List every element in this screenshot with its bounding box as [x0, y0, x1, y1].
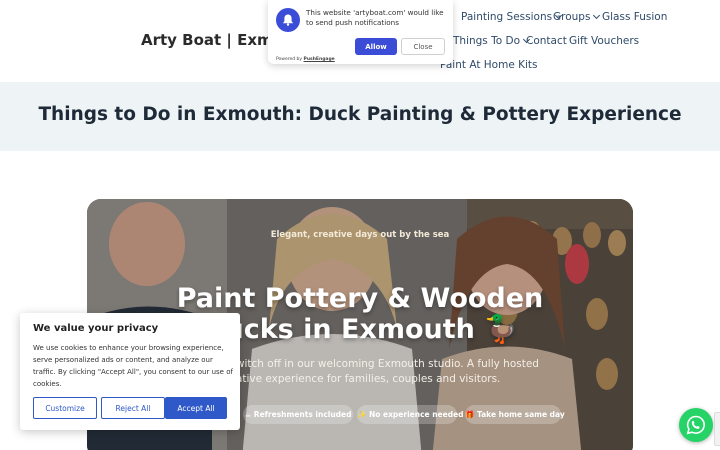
nav-things-to-do[interactable]: Things To Do	[453, 35, 531, 47]
pill-no-experience: ✨ No experience needed	[357, 405, 464, 424]
push-allow-button[interactable]: Allow	[355, 38, 397, 55]
pill-take-home: 🎁 Take home same day	[465, 405, 565, 424]
page: Arty Boat | Exmou Painting Sessions Grou…	[0, 0, 720, 450]
nav-glass-fusion[interactable]: Glass Fusion	[602, 11, 667, 23]
push-powered-by: Powered by PushEngage	[276, 57, 335, 62]
nav-things-to-do-label: Things To Do	[453, 35, 521, 47]
nav-paint-at-home-kits[interactable]: Paint At Home Kits	[440, 59, 538, 71]
whatsapp-icon	[686, 415, 705, 435]
nav-groups[interactable]: Groups	[553, 11, 601, 23]
push-close-button[interactable]: Close	[401, 38, 445, 55]
cookie-title: We value your privacy	[33, 323, 159, 334]
push-message: This website 'artyboat.com' would like t…	[306, 8, 444, 27]
whatsapp-button[interactable]	[679, 408, 713, 442]
pill-refreshments: ☕ Refreshments included	[243, 405, 353, 424]
cookie-consent-panel: We value your privacy We use cookies to …	[20, 313, 240, 430]
nav-contact[interactable]: Contact	[526, 35, 567, 47]
recaptcha-badge	[714, 412, 720, 446]
nav-gift-vouchers[interactable]: Gift Vouchers	[569, 35, 639, 47]
hero-heading-line1: Paint Pottery & Wooden	[176, 283, 544, 314]
customize-button[interactable]: Customize	[33, 397, 97, 419]
cookie-text: We use cookies to enhance your browsing …	[33, 344, 233, 388]
hero-tagline: Elegant, creative days out by the sea	[270, 230, 450, 240]
accept-all-button[interactable]: Accept All	[165, 397, 227, 419]
nav-groups-label: Groups	[553, 11, 591, 23]
push-powered-brand[interactable]: PushEngage	[304, 57, 335, 62]
bell-icon	[276, 8, 300, 32]
push-powered-label: Powered by	[276, 57, 303, 62]
nav-painting-sessions[interactable]: Painting Sessions	[461, 11, 563, 23]
chevron-down-icon	[593, 11, 601, 20]
nav-painting-sessions-label: Painting Sessions	[461, 11, 553, 23]
push-notification-prompt: This website 'artyboat.com' would like t…	[268, 0, 453, 64]
reject-all-button[interactable]: Reject All	[101, 397, 165, 419]
page-title: Things to Do in Exmouth: Duck Painting &…	[38, 104, 682, 125]
